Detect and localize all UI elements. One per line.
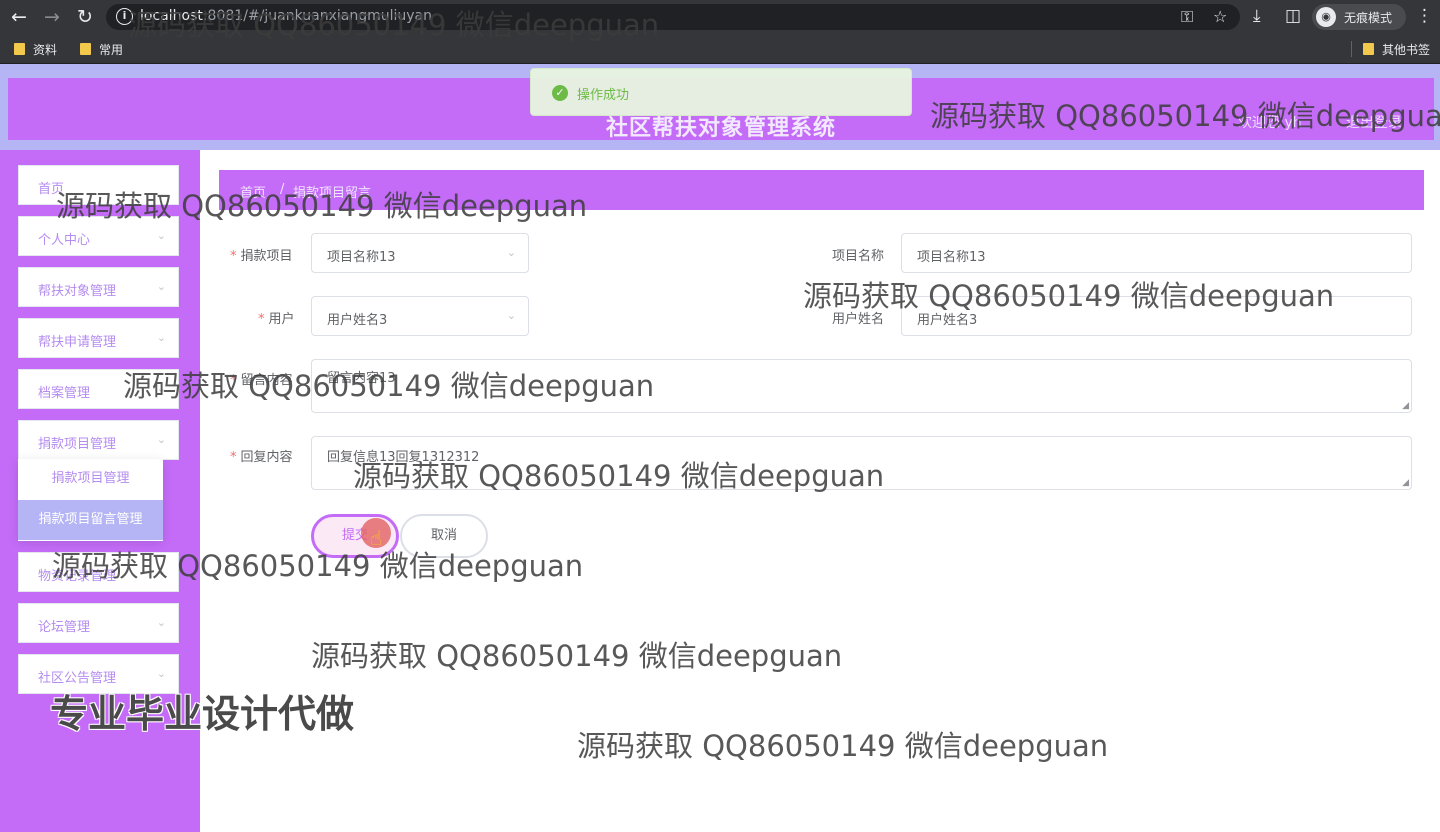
sidebar-item-supplies[interactable]: 物资记录管理 ⌄ [18,552,179,592]
sidebar-item-personal[interactable]: 个人中心 ⌄ [18,216,179,256]
project-label: * 捐款项目 [230,249,293,264]
logout-link[interactable]: 退出登录 [1346,112,1402,132]
incognito-badge[interactable]: ◉ 无痕模式 [1312,4,1406,30]
hand-cursor-icon: ☝ [370,526,383,550]
watermark-text: 源码获取 QQ86050149 微信deepguan [577,729,1109,763]
site-info-icon[interactable]: i [116,8,133,25]
download-icon[interactable]: ⤓ [1253,6,1261,26]
required-icon: * [258,312,265,327]
sidebar-item-forum[interactable]: 论坛管理 ⌄ [18,603,179,643]
message-label: * 留言内容 [230,373,293,388]
chevron-down-icon: ⌄ [156,616,166,629]
breadcrumb: 首页 / 捐款项目留言 [219,170,1424,210]
breadcrumb-separator: / [280,182,285,197]
success-toast: ✓ 操作成功 [530,68,912,116]
project-select-value: 项目名称13 [327,250,396,265]
required-icon: * [230,249,237,264]
chevron-down-icon: ⌄ [156,331,166,344]
browser-toolbar: ← → ↻ i localhost:8081/#/juankuanxiangmu… [0,0,1440,34]
user-select-value: 用户姓名3 [327,313,388,328]
sidebar-item-label: 帮扶对象管理 [38,284,117,299]
watermark-text: 源码获取 QQ86050149 微信deepguan [311,639,843,673]
watermark-banner: 专业毕业设计代做 [50,692,355,736]
user-label: * 用户 [258,312,295,327]
chevron-down-icon: ⌄ [156,382,166,395]
sidebar-item-label: 帮扶申请管理 [38,335,117,350]
chevron-down-icon: ⌄ [506,309,516,322]
reply-textarea[interactable]: 回复信息13回复1312312 ◢ [311,436,1412,490]
folder-icon [14,43,25,55]
forward-icon[interactable]: → [40,5,64,29]
address-bar[interactable]: i localhost:8081/#/juankuanxiangmuliuyan… [106,4,1240,30]
submenu-item-projects[interactable]: 捐款项目管理 [18,459,163,499]
star-icon[interactable]: ☆ [1213,7,1227,26]
folder-icon [80,43,91,55]
user-name-field[interactable]: 用户姓名3 [901,296,1412,336]
incognito-label: 无痕模式 [1344,11,1393,25]
submenu-item-messages[interactable]: 捐款项目留言管理 [18,500,163,540]
other-bookmarks[interactable]: 其他书签 [1363,41,1430,58]
bookmarks-bar: 资料 常用 其他书签 [0,34,1440,64]
bookmark-separator [1351,41,1352,57]
cancel-button[interactable]: 取消 [400,514,488,558]
sidebar-item-label: 首页 [38,182,65,197]
donation-submenu: 捐款项目管理 捐款项目留言管理 [18,459,163,541]
user-name-value: 用户姓名3 [917,313,978,328]
user-greeting: 欢迎您 yh [1238,115,1302,131]
user-name-label: 用户姓名 [832,312,885,327]
sidebar-item-targets[interactable]: 帮扶对象管理 ⌄ [18,267,179,307]
sidebar-item-home[interactable]: 首页 [18,165,179,205]
breadcrumb-home[interactable]: 首页 [240,182,266,201]
sidebar-item-label: 捐款项目管理 [38,437,117,452]
chevron-down-icon: ⌄ [156,667,166,680]
sidebar-item-archives[interactable]: 档案管理 ⌄ [18,369,179,409]
chevron-down-icon: ⌄ [156,229,166,242]
project-name-label: 项目名称 [832,249,885,264]
key-icon[interactable]: ⚿ [1181,7,1193,27]
sidebar-item-applications[interactable]: 帮扶申请管理 ⌄ [18,318,179,358]
incognito-icon: ◉ [1316,7,1336,27]
sidepanel-icon[interactable]: ◫ [1285,6,1301,26]
chevron-down-icon: ⌄ [156,433,166,446]
sidebar-item-donation-projects[interactable]: 捐款项目管理 ⌄ [18,420,179,460]
user-select[interactable]: 用户姓名3 ⌄ [311,296,529,336]
project-select[interactable]: 项目名称13 ⌄ [311,233,529,273]
project-name-field[interactable]: 项目名称13 [901,233,1412,273]
message-textarea[interactable]: 留言内容13 ◢ [311,359,1412,413]
sidebar-item-label: 物资记录管理 [38,569,117,584]
breadcrumb-current: 捐款项目留言 [293,186,372,201]
message-value: 留言内容13 [327,371,396,386]
bookmark-folder-1[interactable]: 常用 [80,41,123,58]
reply-value: 回复信息13回复1312312 [327,450,480,465]
check-circle-icon: ✓ [552,85,568,101]
sidebar-item-label: 论坛管理 [38,620,91,635]
project-name-value: 项目名称13 [917,250,986,265]
chevron-down-icon: ⌄ [156,565,166,578]
bookmark-folder-0[interactable]: 资料 [14,41,57,58]
sidebar-item-label: 档案管理 [38,386,91,401]
reload-icon[interactable]: ↻ [73,5,97,29]
resize-handle-icon[interactable]: ◢ [1402,401,1409,411]
folder-icon [1363,43,1374,55]
required-icon: * [230,450,237,465]
chevron-down-icon: ⌄ [156,280,166,293]
url-text: localhost:8081/#/juankuanxiangmuliuyan [140,8,432,24]
reply-label: * 回复内容 [230,450,293,465]
chevron-down-icon: ⌄ [506,246,516,259]
menu-dots-icon[interactable]: ⋮ [1416,6,1433,26]
toast-message: 操作成功 [577,88,630,103]
back-icon[interactable]: ← [7,5,31,29]
resize-handle-icon[interactable]: ◢ [1402,478,1409,488]
required-icon: * [230,373,237,388]
sidebar-item-label: 个人中心 [38,233,91,248]
